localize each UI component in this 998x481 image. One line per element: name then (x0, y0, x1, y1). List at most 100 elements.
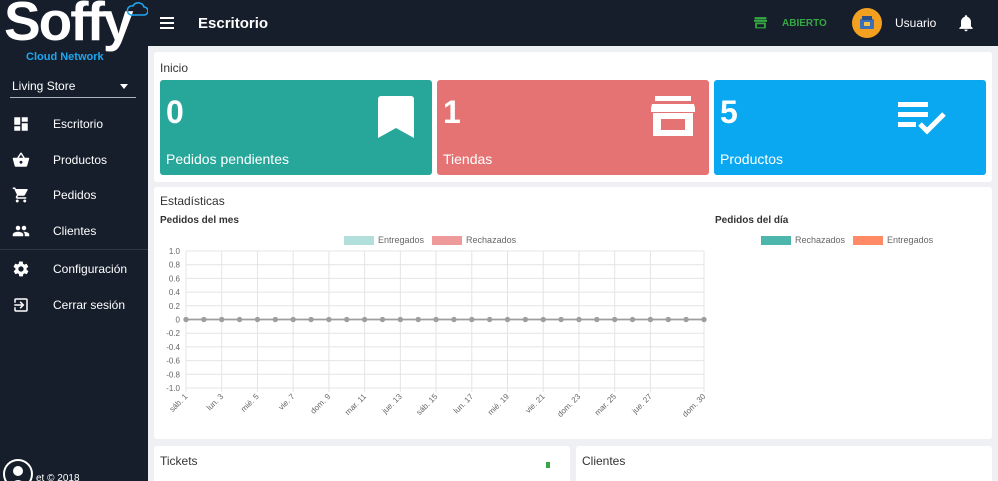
legend-label[interactable]: Entregados (378, 235, 424, 245)
status-badge[interactable]: ABIERTO (782, 18, 827, 29)
data-point (612, 316, 618, 323)
legend-swatch (761, 235, 791, 245)
data-point (344, 316, 350, 323)
people-icon (12, 225, 30, 236)
data-point (272, 316, 278, 323)
card-value: 0 (166, 94, 184, 130)
x-tick-label: jue. 27 (630, 392, 654, 416)
data-point (540, 316, 546, 323)
y-tick-label: 0 (176, 316, 181, 325)
avatar[interactable] (3, 459, 33, 481)
x-tick-label: dom. 9 (309, 392, 333, 416)
playlist-check-icon (898, 102, 946, 135)
legend-swatch (344, 235, 374, 245)
y-tick-label: 0.6 (169, 274, 181, 283)
topbar: Escritorio ABIERTO Usuario (148, 0, 998, 46)
sidebar-item-label: Cerrar sesión (53, 297, 126, 312)
data-point (362, 316, 368, 323)
legend-label[interactable]: Entregados (887, 235, 933, 245)
data-point (183, 316, 189, 323)
data-point (701, 316, 707, 323)
logo[interactable]: Soffy Cloud Network (4, 0, 148, 66)
sidebar-item-configuracion[interactable]: Configuración (0, 251, 148, 287)
x-tick-label: mié. 19 (486, 392, 511, 417)
store-select[interactable]: Living Store (10, 74, 136, 98)
y-tick-label: -0.6 (166, 357, 180, 366)
user-name[interactable]: Usuario (895, 16, 936, 30)
x-tick-label: mar. 11 (343, 392, 368, 417)
inicio-title: Inicio (160, 61, 189, 75)
sidebar-item-clientes[interactable]: Clientes (0, 213, 148, 249)
data-point (236, 316, 243, 323)
sidebar-item-label: Configuración (53, 262, 128, 276)
card-pedidos-pendientes[interactable]: 0 Pedidos pendientes (160, 80, 432, 175)
x-tick-label: jue. 13 (380, 392, 404, 416)
sidebar-item-productos[interactable]: Productos (0, 142, 148, 178)
y-tick-label: -0.4 (166, 343, 180, 352)
data-point (308, 316, 314, 323)
y-tick-label: 0.8 (169, 261, 181, 270)
logo-text: Soffy (4, 0, 133, 52)
data-point (647, 316, 654, 323)
card-productos[interactable]: 5 Productos (714, 80, 986, 175)
sidebar-item-label: Clientes (53, 223, 97, 238)
data-point (326, 316, 332, 323)
basket-icon (12, 152, 30, 167)
y-tick-label: -1.0 (166, 384, 180, 393)
data-point (290, 316, 296, 323)
tickets-indicator (546, 462, 550, 468)
y-tick-label: -0.2 (166, 329, 180, 338)
store-status-icon (754, 17, 767, 29)
sidebar-item-cerrar-sesion[interactable]: Cerrar sesión (0, 287, 148, 323)
data-point (629, 316, 636, 323)
sidebar-divider (0, 249, 148, 250)
sidebar-item-label: Pedidos (53, 188, 97, 202)
data-point (665, 316, 671, 323)
data-point (469, 316, 475, 323)
sidebar-item-escritorio[interactable]: Escritorio (0, 106, 148, 142)
data-point (379, 316, 386, 323)
data-point (522, 316, 528, 323)
menu-icon[interactable] (160, 17, 174, 29)
data-point (594, 316, 600, 323)
cloud-icon (126, 2, 148, 16)
card-label: Pedidos pendientes (166, 151, 289, 167)
legend-swatch (432, 235, 463, 245)
sidebar-item-pedidos[interactable]: Pedidos (0, 177, 148, 213)
tickets-title: Tickets (160, 454, 198, 468)
x-tick-label: mié. 5 (239, 392, 261, 414)
clients-title: Clientes (582, 454, 626, 468)
x-tick-label: vie. 7 (277, 392, 297, 412)
user-avatar[interactable] (852, 8, 882, 38)
stats-title: Estadísticas (160, 194, 225, 208)
y-tick-label: 0.2 (169, 302, 181, 311)
card-tiendas[interactable]: 1 Tiendas (437, 80, 709, 175)
sidebar: Soffy Cloud Network Living Store Escrito… (0, 0, 148, 481)
card-value: 1 (443, 94, 461, 130)
legend-label[interactable]: Rechazados (466, 235, 516, 245)
sidebar-item-label: Escritorio (53, 117, 104, 131)
page-title: Escritorio (198, 15, 269, 32)
x-tick-label: dom. 23 (556, 392, 583, 419)
user-avatar-icon (860, 16, 874, 29)
clients-panel: Clientes (576, 446, 992, 481)
tickets-panel: Tickets (154, 446, 570, 481)
card-label: Productos (720, 151, 784, 167)
month-chart-legend: Entregados Rechazados (344, 235, 516, 245)
data-point (254, 316, 261, 323)
month-line-chart: 1.00.80.60.40.20-0.2-0.4-0.6-0.8-1.0sáb.… (166, 247, 708, 419)
logo-subtitle: Cloud Network (26, 51, 104, 63)
x-tick-label: dom. 30 (681, 392, 708, 419)
legend-label[interactable]: Rechazados (795, 235, 845, 245)
sidebar-nav: Escritorio Productos Pedidos Clientes Co… (0, 106, 148, 322)
bell-icon[interactable] (956, 12, 976, 34)
day-chart-title: Pedidos del día (715, 215, 789, 226)
x-tick-label: lun. 3 (205, 392, 226, 413)
data-point (433, 316, 439, 323)
copyright-text: et © 2018 (36, 473, 80, 481)
store-select-value: Living Store (12, 79, 76, 93)
x-tick-label: sáb. 1 (168, 392, 190, 414)
x-tick-label: sáb. 15 (415, 392, 440, 417)
data-point (487, 316, 493, 323)
sidebar-item-label: Productos (53, 152, 108, 167)
